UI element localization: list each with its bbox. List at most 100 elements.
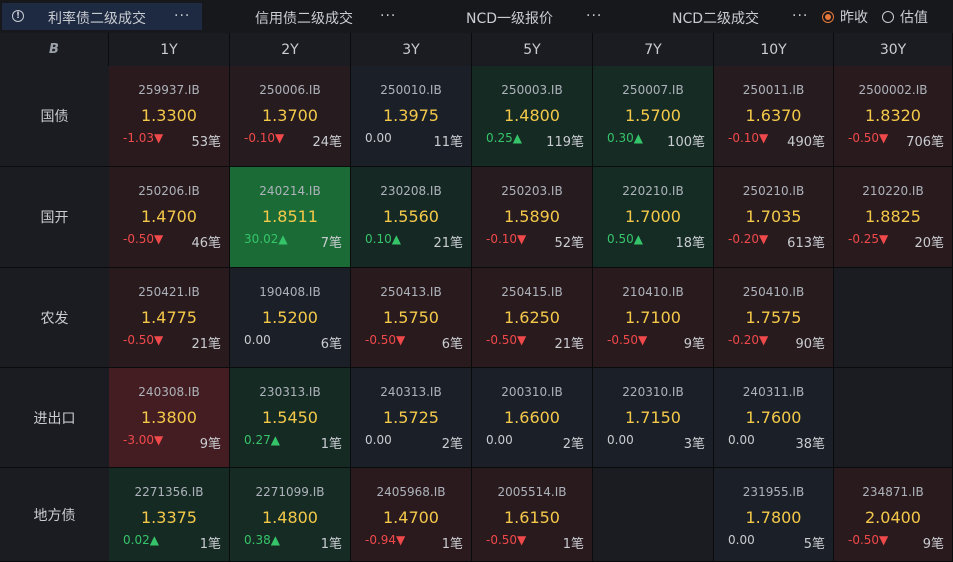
yield-change: 0.02▲ [123, 533, 159, 547]
bond-cell[interactable]: 2271356.IB 1.3375 0.02▲ 1笔 [109, 468, 230, 562]
bond-cell[interactable]: 230313.IB 1.5450 0.27▲ 1笔 [230, 368, 351, 468]
bond-cell[interactable]: 2005514.IB 1.6150 -0.50▼ 1笔 [472, 468, 593, 562]
more-options-icon[interactable]: ··· [586, 8, 602, 24]
bond-code: 220210.IB [622, 184, 684, 198]
bond-cell[interactable]: 230208.IB 1.5560 0.10▲ 21笔 [351, 167, 472, 268]
trade-count: 53笔 [191, 135, 221, 150]
bond-cell[interactable]: 250006.IB 1.3700 -0.10▼ 24笔 [230, 66, 351, 167]
bond-yield: 1.5560 [383, 207, 439, 226]
trade-count: 3笔 [683, 437, 705, 452]
bond-yield: 1.3975 [383, 106, 439, 125]
bond-code: 240214.IB [259, 184, 321, 198]
yield-change: -0.25▼ [848, 232, 889, 246]
bond-yield: 1.7100 [625, 308, 681, 327]
bond-cell[interactable]: 190408.IB 1.5200 0.00 6笔 [230, 268, 351, 368]
bond-cell[interactable]: 259937.IB 1.3300 -1.03▼ 53笔 [109, 66, 230, 167]
info-icon[interactable]: ! [12, 10, 24, 22]
yield-change: -1.03▼ [123, 131, 164, 145]
bond-cell[interactable]: 200310.IB 1.6600 0.00 2笔 [472, 368, 593, 468]
yield-change: -0.50▼ [607, 333, 648, 347]
bond-cell[interactable]: 250010.IB 1.3975 0.00 11笔 [351, 66, 472, 167]
bond-cell[interactable]: 220210.IB 1.7000 0.50▲ 18笔 [593, 167, 714, 268]
column-header[interactable]: 1Y [109, 33, 230, 66]
bond-yield: 1.7575 [745, 308, 802, 327]
bond-yield: 1.4700 [141, 207, 197, 226]
bond-cell[interactable]: 220310.IB 1.7150 0.00 3笔 [593, 368, 714, 468]
bond-code: 250011.IB [742, 83, 805, 97]
yield-change: -0.50▼ [365, 333, 406, 347]
bond-cell[interactable]: 250007.IB 1.5700 0.30▲ 100笔 [593, 66, 714, 167]
more-options-icon[interactable]: ··· [174, 8, 190, 24]
trade-count: 119笔 [546, 135, 584, 150]
bond-code: 190408.IB [259, 285, 321, 299]
corner-header: B [0, 33, 109, 66]
yield-change: 0.00 [607, 433, 634, 447]
bond-cell[interactable]: 250415.IB 1.6250 -0.50▼ 21笔 [472, 268, 593, 368]
yield-change: 30.02▲ [244, 232, 288, 246]
bond-yield: 1.6600 [504, 408, 560, 427]
bond-cell[interactable]: 250203.IB 1.5890 -0.10▼ 52笔 [472, 167, 593, 268]
bond-cell[interactable]: 240313.IB 1.5725 0.00 2笔 [351, 368, 472, 468]
bond-cell[interactable]: 240308.IB 1.3800 -3.00▼ 9笔 [109, 368, 230, 468]
yield-change: -0.50▼ [848, 533, 889, 547]
bond-yield: 1.7600 [745, 408, 802, 427]
radio-valuation[interactable]: 估值 [882, 7, 928, 27]
column-header[interactable]: 10Y [714, 33, 834, 66]
trade-count: 9笔 [199, 437, 221, 452]
tab-ncd-secondary[interactable]: NCD二级成交 ··· [620, 3, 816, 30]
trade-count: 20笔 [914, 236, 944, 251]
column-header[interactable]: 30Y [834, 33, 953, 66]
bond-cell[interactable]: 240214.IB 1.8511 30.02▲ 7笔 [230, 167, 351, 268]
bond-code: 210220.IB [862, 184, 924, 198]
bond-yield: 1.8511 [262, 207, 318, 226]
trade-count: 5笔 [803, 537, 825, 552]
more-options-icon[interactable]: ··· [792, 8, 808, 24]
bond-cell[interactable]: 2271099.IB 1.4800 0.38▲ 1笔 [230, 468, 351, 562]
more-options-icon[interactable]: ··· [380, 8, 396, 24]
bond-cell[interactable]: 210410.IB 1.7100 -0.50▼ 9笔 [593, 268, 714, 368]
column-header[interactable]: 2Y [230, 33, 351, 66]
bond-cell[interactable]: 240311.IB 1.7600 0.00 38笔 [714, 368, 834, 468]
bond-code: 240308.IB [138, 385, 200, 399]
tab-credit-secondary[interactable]: 信用债二级成交 ··· [206, 3, 406, 30]
bond-cell[interactable]: 250210.IB 1.7035 -0.20▼ 613笔 [714, 167, 834, 268]
column-header[interactable]: 7Y [593, 33, 714, 66]
tab-bar: ! 利率债二级成交 ··· 信用债二级成交 ··· NCD一级报价 ··· NC… [0, 0, 953, 33]
bond-code: 2271356.IB [134, 485, 204, 499]
yield-change: -0.50▼ [486, 333, 527, 347]
bond-cell[interactable]: 250003.IB 1.4800 0.25▲ 119笔 [472, 66, 593, 167]
trade-count: 38笔 [795, 437, 825, 452]
trade-count: 21笔 [191, 337, 221, 352]
bond-code: 220310.IB [622, 385, 684, 399]
bond-cell[interactable]: 250413.IB 1.5750 -0.50▼ 6笔 [351, 268, 472, 368]
yield-change: -0.50▼ [848, 131, 889, 145]
bond-yield: 1.3300 [141, 106, 197, 125]
bond-yield: 1.7800 [745, 508, 802, 527]
row-label: 国开 [0, 167, 109, 268]
yield-change: -0.10▼ [486, 232, 527, 246]
column-header[interactable]: 3Y [351, 33, 472, 66]
tab-rates-secondary[interactable]: ! 利率债二级成交 ··· [2, 3, 202, 30]
bond-yield: 1.5890 [504, 207, 560, 226]
bond-yield: 2.0400 [865, 508, 921, 527]
trade-count: 52笔 [554, 236, 584, 251]
bond-cell[interactable]: 250206.IB 1.4700 -0.50▼ 46笔 [109, 167, 230, 268]
bond-yield: 1.8825 [865, 207, 921, 226]
radio-prev-close[interactable]: 昨收 [822, 7, 868, 27]
bond-cell[interactable]: 234871.IB 2.0400 -0.50▼ 9笔 [834, 468, 953, 562]
bond-cell[interactable]: 231955.IB 1.7800 0.00 5笔 [714, 468, 834, 562]
tab-label: NCD一级报价 [466, 11, 554, 27]
bond-cell[interactable]: 250421.IB 1.4775 -0.50▼ 21笔 [109, 268, 230, 368]
trade-count: 1笔 [562, 537, 584, 552]
trade-count: 18笔 [675, 236, 705, 251]
bond-cell[interactable]: 250011.IB 1.6370 -0.10▼ 490笔 [714, 66, 834, 167]
bond-cell[interactable]: 2405968.IB 1.4700 -0.94▼ 1笔 [351, 468, 472, 562]
bond-cell[interactable]: 2500002.IB 1.8320 -0.50▼ 706笔 [834, 66, 953, 167]
radio-dot-icon [822, 10, 834, 23]
bond-cell[interactable]: 250410.IB 1.7575 -0.20▼ 90笔 [714, 268, 834, 368]
bond-yield: 1.3375 [141, 508, 197, 527]
yield-change: 0.25▲ [486, 131, 522, 145]
bond-cell[interactable]: 210220.IB 1.8825 -0.25▼ 20笔 [834, 167, 953, 268]
column-header[interactable]: 5Y [472, 33, 593, 66]
tab-ncd-primary-quote[interactable]: NCD一级报价 ··· [410, 3, 616, 30]
